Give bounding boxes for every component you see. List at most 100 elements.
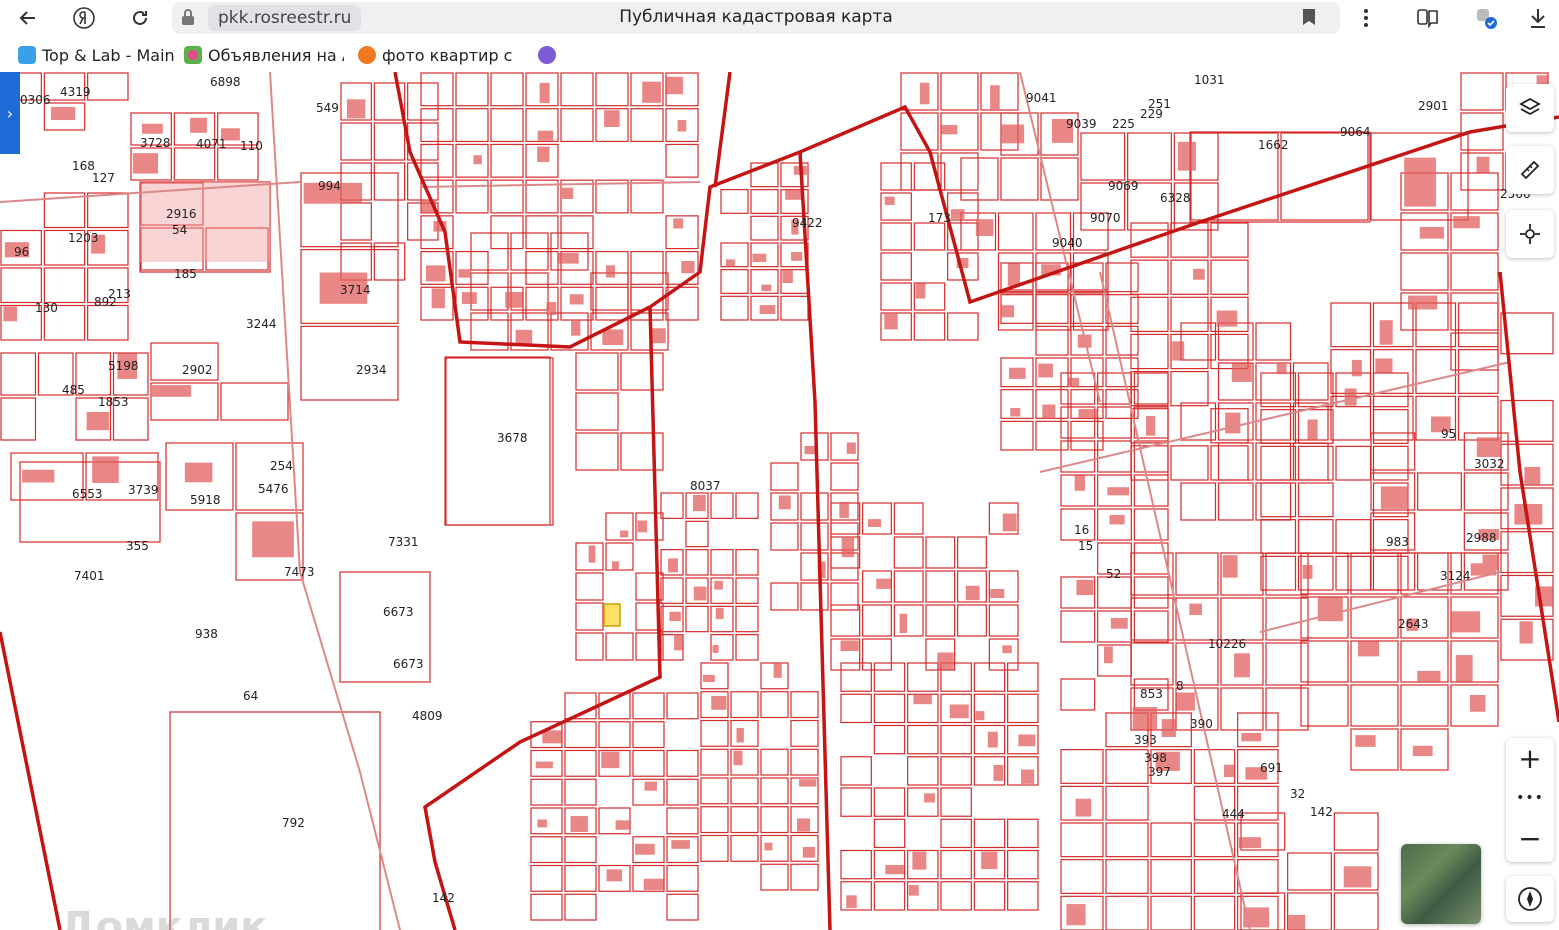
parcel-label: 1031: [1194, 73, 1225, 87]
zoom-in-button[interactable]: +: [1506, 740, 1554, 776]
back-icon[interactable]: [14, 4, 42, 32]
bookmark-ads[interactable]: Объявления на А: [184, 44, 344, 66]
locate-button[interactable]: [1506, 210, 1554, 258]
parcel-label: 9039: [1066, 117, 1097, 131]
satellite-layer-thumbnail[interactable]: [1401, 844, 1481, 924]
parcel-label: 549: [316, 101, 339, 115]
parcel-label: 9064: [1340, 125, 1371, 139]
parcel-label: 6328: [1160, 191, 1191, 205]
parcel-label: 390: [1190, 717, 1213, 731]
reload-icon[interactable]: [126, 4, 154, 32]
photo-site-icon: [358, 46, 376, 64]
parcel-label: 251: [1148, 97, 1171, 111]
bookmark-top-lab[interactable]: Top & Lab - Main: [18, 44, 178, 66]
bookmark-label: фото квартир с ре: [382, 45, 518, 65]
ruler-button[interactable]: [1506, 146, 1554, 194]
parcel-label: 6898: [210, 75, 241, 89]
parcel-label: 3714: [340, 283, 371, 297]
bookmark-label: Объявления на А: [208, 45, 344, 65]
parcel-label: 2934: [356, 363, 387, 377]
parcel-label: 9041: [1026, 91, 1057, 105]
parcel-label: 142: [432, 891, 455, 905]
parcel-label: 213: [108, 287, 131, 301]
bookmark-icon[interactable]: [1302, 8, 1316, 30]
parcel-label: 173: [928, 211, 951, 225]
parcel-label: 938: [195, 627, 218, 641]
parcel-label: 1662: [1258, 138, 1289, 152]
domclick-watermark: Домклик: [60, 904, 268, 930]
parcel-label: 3244: [246, 317, 277, 331]
parcel-label: 983: [1386, 535, 1409, 549]
parcel-label: 254: [270, 459, 293, 473]
parcel-label: 3739: [128, 483, 159, 497]
parcel-label: 398: [1144, 751, 1167, 765]
parcel-label: 2901: [1418, 99, 1449, 113]
selected-parcel[interactable]: [603, 603, 621, 627]
page-title: Публичная кадастровая карта: [619, 7, 893, 27]
parcel-label: 95: [1441, 427, 1456, 441]
parcel-label: 127: [92, 171, 115, 185]
parcel-label: 9069: [1108, 179, 1139, 193]
parcel-label: 2916: [166, 207, 197, 221]
parcel-label: 96: [14, 245, 29, 259]
parcel-label: 142: [1310, 805, 1333, 819]
zoom-out-button[interactable]: −: [1506, 820, 1554, 856]
more-button[interactable]: •••: [1506, 780, 1554, 816]
layers-button[interactable]: [1506, 84, 1554, 132]
parcel-label: 4319: [60, 85, 91, 99]
parcel-label: 185: [174, 267, 197, 281]
download-icon[interactable]: [1524, 4, 1552, 32]
parcel-label: 994: [318, 179, 341, 193]
parcel-label: 8: [1176, 679, 1184, 693]
parcel-label: 9040: [1052, 236, 1083, 250]
parcel-label: 792: [282, 816, 305, 830]
side-panel-toggle[interactable]: ›: [0, 72, 20, 154]
parcel-label: 225: [1112, 117, 1135, 131]
parcel-label: 6553: [72, 487, 103, 501]
parcel-label: 8037: [690, 479, 721, 493]
cadastral-map[interactable]: 0306 4319 6898 549 3728 4071 110 16 8 127 994 2916 5…: [0, 72, 1559, 930]
parcel-label: 32: [1290, 787, 1305, 801]
ruler-icon: [1520, 160, 1540, 180]
parcel-label: 397: [1148, 765, 1171, 779]
parcel-label: 3728: [140, 136, 171, 150]
compass-button[interactable]: [1506, 876, 1554, 922]
parcel-label: 9422: [792, 216, 823, 230]
zoom-controls: + ••• −: [1506, 738, 1554, 862]
bookmarks-bar: Top & Lab - Main Объявления на А фото кв…: [0, 38, 1559, 72]
parcel-label: 7473: [284, 565, 315, 579]
reader-icon[interactable]: [1414, 4, 1442, 32]
parcel-label: 54: [172, 223, 187, 237]
parcel-label: 10226: [1208, 637, 1246, 651]
parcel-label: 3678: [497, 431, 528, 445]
parcel-label: 1203: [68, 231, 99, 245]
menu-icon[interactable]: [1352, 4, 1380, 32]
parcel-label: 52: [1106, 567, 1121, 581]
parcel-label: 7401: [74, 569, 105, 583]
parcel-label: 3124: [1440, 569, 1471, 583]
layers-icon: [1519, 97, 1541, 116]
parcel-label: 853: [1140, 687, 1163, 701]
locate-icon: [1520, 224, 1540, 244]
parcel-label: 1853: [98, 395, 129, 409]
parcel-label: 2643: [1398, 617, 1429, 631]
top-lab-icon: [18, 46, 36, 64]
parcel-label: 2988: [1466, 531, 1497, 545]
extension-icon[interactable]: [1472, 4, 1500, 32]
bookmark-photos[interactable]: фото квартир с ре: [358, 44, 518, 66]
parcel-label: 3032: [1474, 457, 1505, 471]
bookmark-viber[interactable]: [538, 44, 562, 66]
parcel-label: 355: [126, 539, 149, 553]
map-canvas[interactable]: 0306 4319 6898 549 3728 4071 110 16 8 127 994 2916 5…: [0, 72, 1559, 930]
avito-icon: [184, 46, 202, 64]
parcel-label: 15: [1078, 539, 1093, 553]
parcel-label: 4809: [412, 709, 443, 723]
address-bar[interactable]: pkk.rosreestr.ru Публичная кадастровая к…: [172, 2, 1340, 34]
parcel-label: 444: [1222, 807, 1245, 821]
yandex-icon[interactable]: [70, 4, 98, 32]
parcel-label: 0306: [20, 93, 51, 107]
parcel-label: 4071: [196, 137, 227, 151]
parcel-label: 16: [1074, 523, 1089, 537]
parcel-label: 6673: [383, 605, 414, 619]
parcel-label: 5918: [190, 493, 221, 507]
